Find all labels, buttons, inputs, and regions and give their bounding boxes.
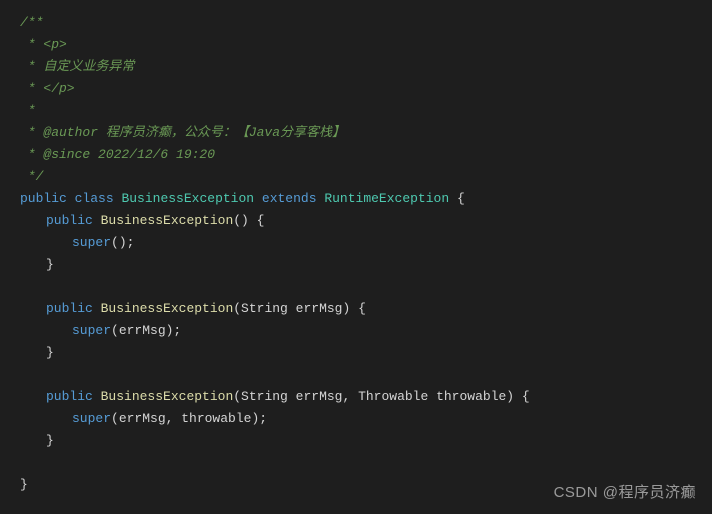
constructor-1: public BusinessException() { <box>20 210 712 232</box>
constructor-name: BusinessException <box>101 213 234 228</box>
constructor-3: public BusinessException(String errMsg, … <box>20 386 712 408</box>
javadoc-open: /** <box>20 12 712 34</box>
constructor-2: public BusinessException(String errMsg) … <box>20 298 712 320</box>
watermark: CSDN @程序员济癫 <box>554 482 696 504</box>
constructor-name: BusinessException <box>101 389 234 404</box>
class-declaration: public class BusinessException extends R… <box>20 188 712 210</box>
keyword-extends: extends <box>262 191 317 206</box>
keyword-class: class <box>75 191 114 206</box>
close-brace: } <box>20 254 712 276</box>
code-block: /** * <p> * 自定义业务异常 * </p> * * @author 程… <box>20 12 712 496</box>
super-call: super(errMsg, throwable); <box>20 408 712 430</box>
javadoc-line: * <box>20 100 712 122</box>
constructor-name: BusinessException <box>101 301 234 316</box>
javadoc-close: */ <box>20 166 712 188</box>
javadoc-since: * @since 2022/12/6 19:20 <box>20 144 712 166</box>
javadoc-line: * <p> <box>20 34 712 56</box>
parent-class: RuntimeException <box>324 191 449 206</box>
javadoc-line: * </p> <box>20 78 712 100</box>
javadoc-author: * @author 程序员济癫，公众号：【Java分享客栈】 <box>20 122 712 144</box>
javadoc-desc: * 自定义业务异常 <box>20 56 712 78</box>
super-call: super(); <box>20 232 712 254</box>
close-brace: } <box>20 342 712 364</box>
class-name: BusinessException <box>121 191 254 206</box>
super-call: super(errMsg); <box>20 320 712 342</box>
close-brace: } <box>20 430 712 452</box>
keyword-public: public <box>20 191 67 206</box>
